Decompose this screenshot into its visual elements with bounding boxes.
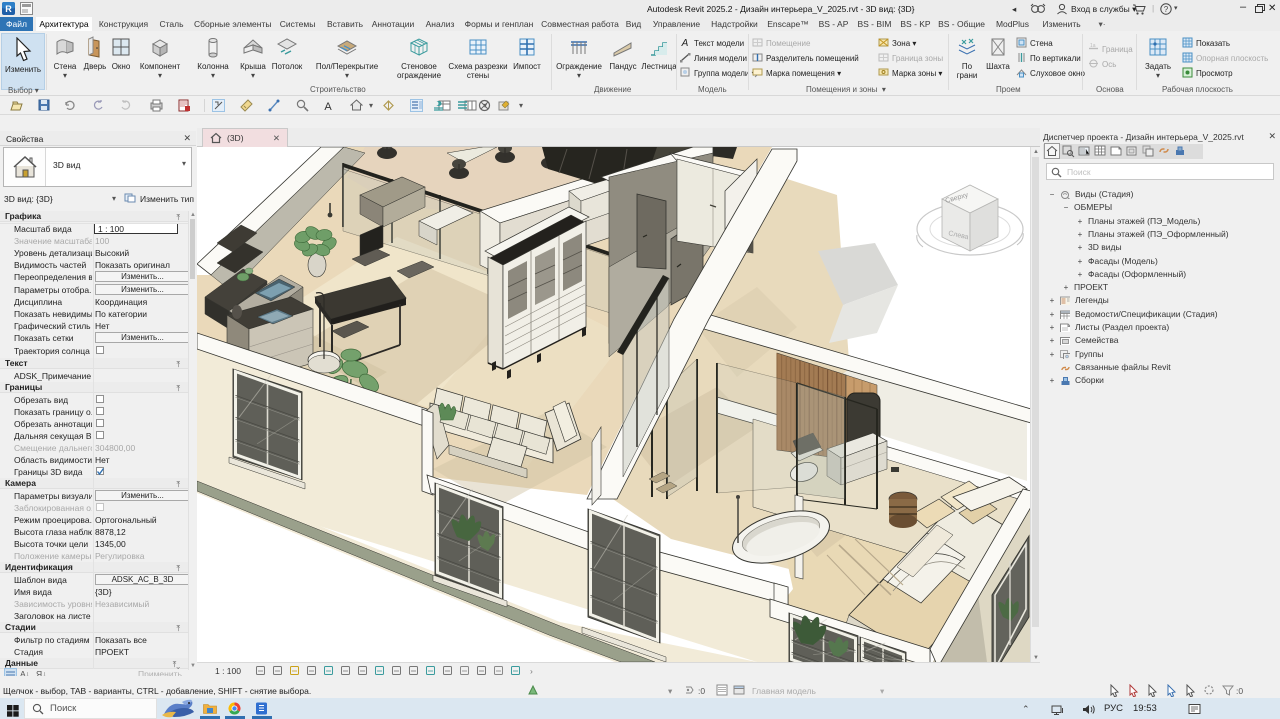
svg-text:A: A: [681, 38, 689, 48]
svg-text:R: R: [5, 4, 12, 14]
svg-text:?: ?: [1164, 5, 1169, 14]
svg-text:A: A: [324, 101, 332, 112]
svg-text:▾: ▾: [369, 101, 373, 110]
svg-text:1a: 1a: [1090, 43, 1096, 49]
svg-text:▾: ▾: [519, 101, 523, 110]
